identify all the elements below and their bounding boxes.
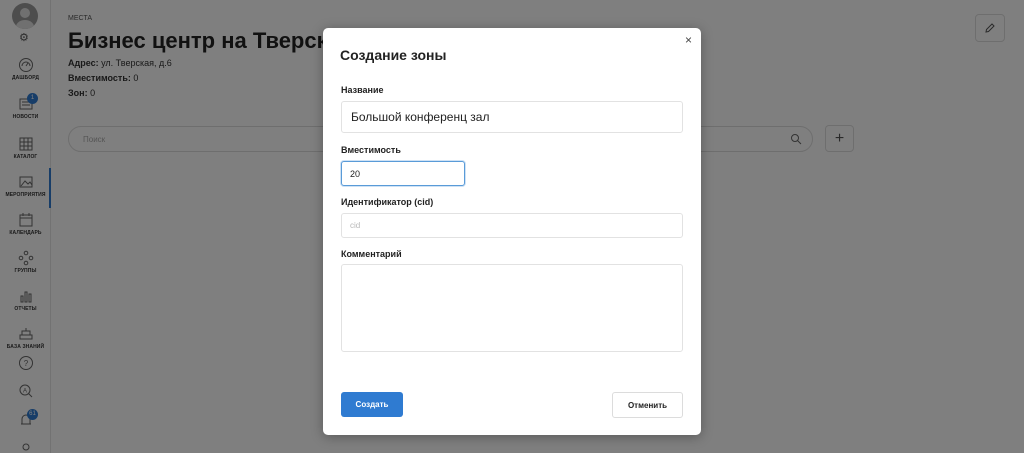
capacity-input[interactable] <box>341 161 465 186</box>
create-button[interactable]: Создать <box>341 392 403 417</box>
name-input[interactable] <box>341 101 683 133</box>
capacity-label: Вместимость <box>341 145 401 155</box>
cancel-button[interactable]: Отменить <box>612 392 683 418</box>
cid-input[interactable] <box>341 213 683 238</box>
comment-label: Комментарий <box>341 249 402 259</box>
cid-label: Идентификатор (cid) <box>341 197 434 207</box>
modal-title: Создание зоны <box>340 47 447 63</box>
close-icon[interactable]: × <box>685 34 692 46</box>
name-label: Название <box>341 85 384 95</box>
create-zone-modal: × Создание зоны Название Вместимость Иде… <box>323 28 701 435</box>
comment-textarea[interactable] <box>341 264 683 352</box>
